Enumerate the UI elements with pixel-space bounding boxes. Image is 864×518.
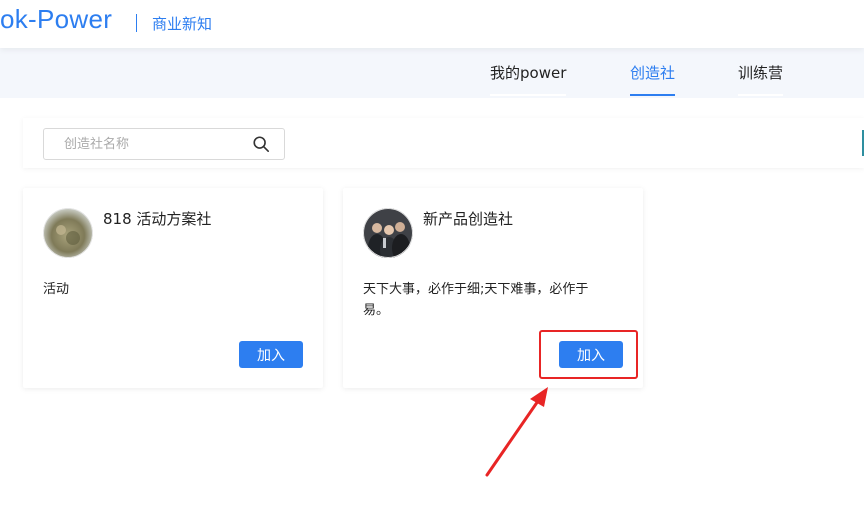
top-bar: ok-Power 商业新知 [0, 0, 864, 48]
search-icon[interactable] [252, 135, 270, 153]
club-description: 天下大事，必作于细;天下难事，必作于易。 [363, 282, 589, 318]
club-name: 818 活动方案社 [103, 210, 212, 228]
join-button[interactable]: 加入 [239, 341, 303, 368]
tagline: 商业新知 [152, 15, 213, 33]
annotation-highlight-box [539, 330, 638, 379]
tab-my-power[interactable]: 我的power [490, 62, 567, 96]
logo-divider [136, 14, 137, 32]
search-box [43, 128, 285, 160]
club-name: 新产品创造社 [423, 210, 514, 228]
tab-training-camp[interactable]: 训练营 [738, 62, 784, 96]
search-input[interactable] [54, 133, 254, 155]
nav-bar: 我的power 创造社 训练营 [0, 48, 864, 98]
logo[interactable]: ok-Power [0, 4, 112, 35]
club-description: 活动 [43, 282, 70, 297]
search-panel [23, 118, 864, 168]
club-card[interactable]: 818 活动方案社 活动 加入 [23, 188, 323, 388]
club-avatar [363, 208, 413, 258]
club-avatar [43, 208, 93, 258]
tab-creation-club[interactable]: 创造社 [630, 62, 676, 96]
annotation-arrow-icon [485, 387, 548, 477]
